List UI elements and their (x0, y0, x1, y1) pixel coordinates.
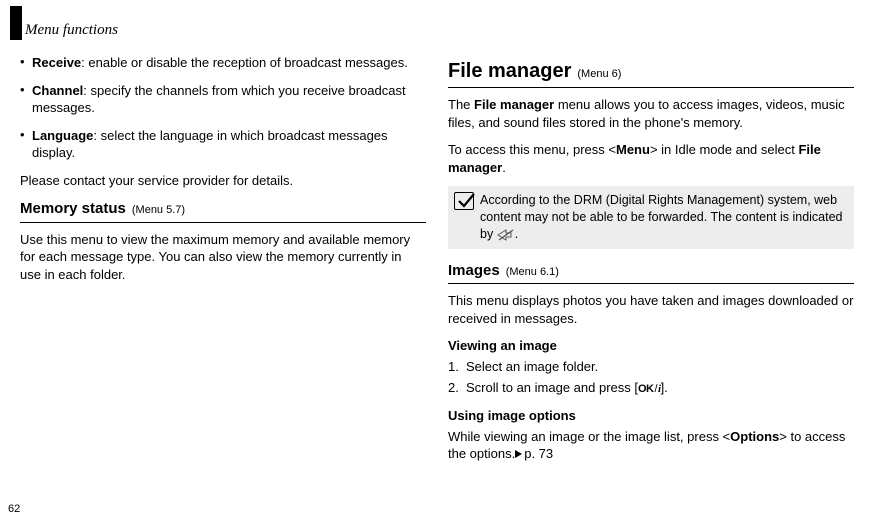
contact-note: Please contact your service provider for… (20, 172, 426, 190)
step-2: 2. Scroll to an image and press [OK/i]. (448, 379, 854, 397)
using-options-heading: Using image options (448, 407, 854, 425)
bullet-icon: • (20, 127, 32, 162)
drm-note: According to the DRM (Digital Rights Man… (448, 186, 854, 249)
reference-arrow-icon (515, 450, 522, 458)
header-title: Menu functions (25, 20, 118, 40)
images-body: This menu displays photos you have taken… (448, 292, 854, 327)
header-accent-bar (10, 6, 22, 40)
bullet-icon: • (20, 82, 32, 117)
checkbox-note-icon (454, 192, 474, 210)
broadcast-options-list: • Receive: enable or disable the recepti… (20, 54, 426, 162)
file-manager-heading: File manager (Menu 6) (448, 58, 854, 88)
file-manager-desc: The File manager menu allows you to acce… (448, 96, 854, 131)
list-item: • Language: select the language in which… (20, 127, 426, 162)
left-column: • Receive: enable or disable the recepti… (20, 54, 426, 463)
memory-status-body: Use this menu to view the maximum memory… (20, 231, 426, 284)
running-header: Menu functions (10, 6, 118, 40)
right-column: File manager (Menu 6) The File manager m… (448, 54, 854, 463)
list-item: • Receive: enable or disable the recepti… (20, 54, 426, 72)
ok-key-icon: OK/i (638, 382, 661, 397)
drm-forward-blocked-icon (497, 229, 515, 241)
images-heading: Images (Menu 6.1) (448, 261, 854, 284)
list-item: • Channel: specify the channels from whi… (20, 82, 426, 117)
bullet-icon: • (20, 54, 32, 72)
viewing-image-heading: Viewing an image (448, 337, 854, 355)
content-columns: • Receive: enable or disable the recepti… (20, 54, 854, 463)
step-1: 1. Select an image folder. (448, 358, 854, 376)
using-options-body: While viewing an image or the image list… (448, 428, 854, 463)
file-manager-access: To access this menu, press <Menu> in Idl… (448, 141, 854, 176)
memory-status-heading: Memory status (Menu 5.7) (20, 199, 426, 222)
page-number: 62 (8, 502, 20, 517)
